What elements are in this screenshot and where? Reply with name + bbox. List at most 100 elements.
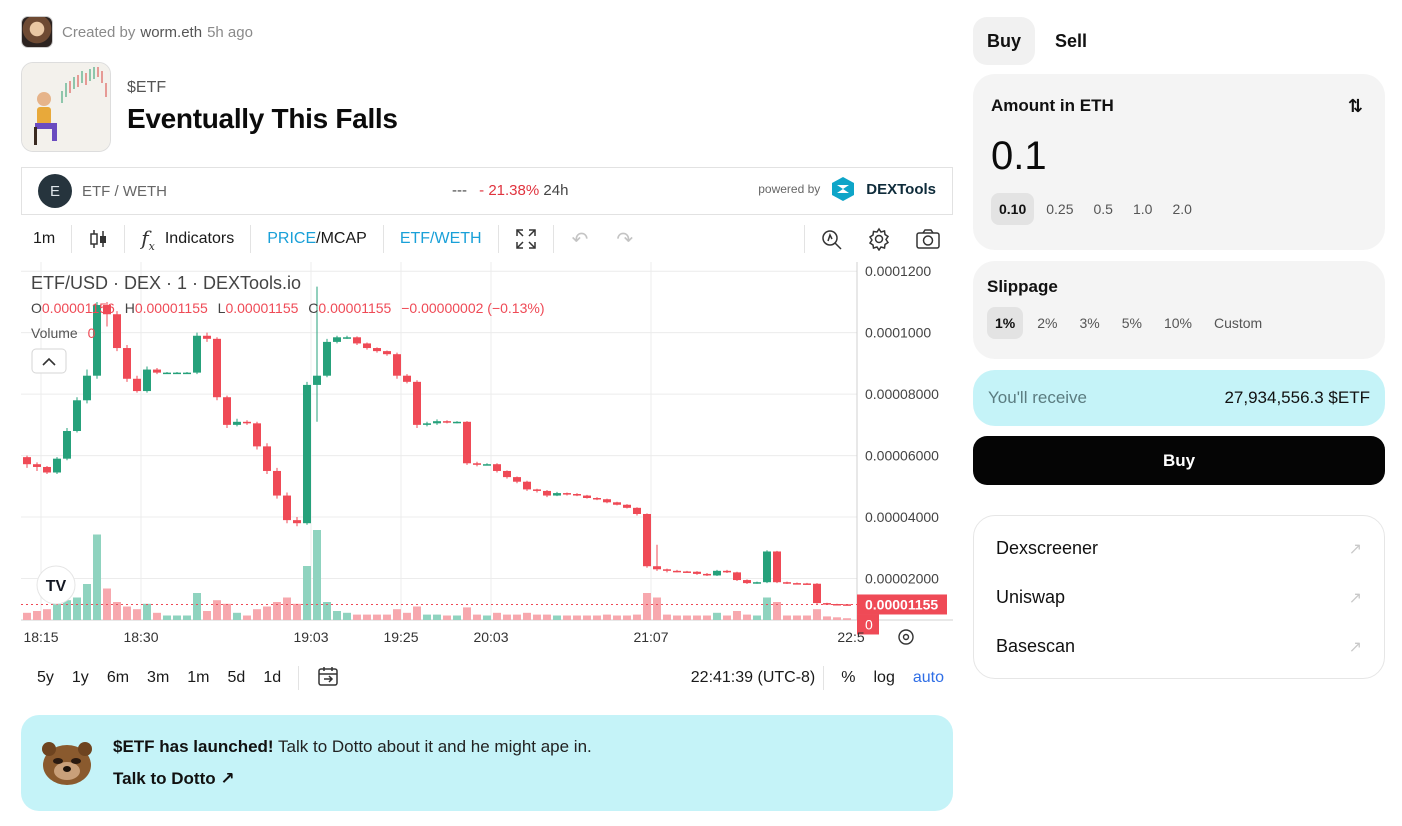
preset-0-5[interactable]: 0.5	[1086, 193, 1121, 225]
candle-body	[83, 375, 91, 401]
pair-period: 24h	[543, 182, 569, 199]
volume-bar	[333, 611, 341, 620]
candle-body	[683, 571, 691, 573]
volume-bar	[423, 614, 431, 620]
powered-by-label: powered by	[758, 182, 821, 196]
slippage-2[interactable]: 2%	[1029, 307, 1065, 339]
volume-bar	[483, 615, 491, 620]
slippage-custom[interactable]: Custom	[1206, 307, 1270, 339]
slippage-1[interactable]: 1%	[987, 307, 1024, 339]
volume-bar	[673, 615, 681, 620]
preset-0-10[interactable]: 0.10	[991, 193, 1035, 225]
divider	[382, 225, 384, 253]
range-1m[interactable]: 1m	[178, 669, 218, 687]
candle-body	[43, 466, 51, 473]
auto-toggle[interactable]: auto	[904, 669, 953, 687]
preset-1-0[interactable]: 1.0	[1125, 193, 1160, 225]
range-1d[interactable]: 1d	[254, 669, 290, 687]
slippage-3[interactable]: 3%	[1071, 307, 1107, 339]
candle-body	[173, 372, 181, 375]
preset-0-25[interactable]: 0.25	[1038, 193, 1081, 225]
log-toggle[interactable]: log	[865, 669, 904, 687]
divider	[497, 225, 499, 253]
slippage-card: Slippage 1% 2% 3% 5% 10% Custom	[973, 261, 1385, 359]
swap-units-icon[interactable]: ⇅	[1348, 96, 1363, 117]
talk-to-dotto-link[interactable]: Talk to Dotto ↗	[113, 769, 592, 789]
powered-by[interactable]: powered by DEXTools	[758, 176, 936, 202]
volume-bar	[143, 603, 151, 620]
volume-bar	[713, 612, 721, 620]
pair-name[interactable]: ETF / WETH	[82, 183, 167, 200]
candle-body	[353, 337, 361, 344]
x-tick-label: 19:03	[293, 629, 328, 645]
percent-toggle[interactable]: %	[832, 669, 864, 687]
slippage-10[interactable]: 10%	[1156, 307, 1200, 339]
legend-high: 0.00001155	[135, 300, 208, 316]
candle-body	[603, 499, 611, 503]
price-chart[interactable]: 0.0001200 0.0001000 0.00008000 0.00006000 0.…	[21, 262, 953, 650]
interval-button[interactable]: 1m	[21, 219, 67, 259]
fullscreen-icon[interactable]	[503, 219, 549, 259]
divider	[552, 225, 554, 253]
volume-bar	[183, 615, 191, 620]
collapse-legend-button[interactable]	[31, 348, 67, 374]
external-arrow-icon: ↗	[1348, 638, 1362, 656]
divider	[823, 666, 825, 690]
creator-row: Created by worm.eth 5h ago	[21, 16, 253, 48]
link-dexscreener[interactable]: Dexscreener ↗	[974, 524, 1384, 573]
date-range-icon[interactable]	[307, 664, 349, 693]
svg-text:TV: TV	[46, 578, 67, 595]
quick-search-icon[interactable]	[809, 219, 855, 259]
banner-text: Talk to Dotto about it and he might ape …	[273, 737, 592, 756]
chart-clock[interactable]: 22:41:39 (UTC-8)	[691, 669, 830, 687]
indicators-button[interactable]: fx Indicators	[129, 219, 246, 259]
gear-icon[interactable]	[855, 219, 903, 259]
ohlc-legend: O0.00001156 H0.00001155 L0.00001155 C0.0…	[31, 300, 544, 341]
camera-icon[interactable]	[903, 219, 953, 259]
time-axis[interactable]: 18:15 18:30 19:03 19:25 20:03 21:07 22:5	[23, 629, 864, 645]
amount-input[interactable]: 0.1	[991, 134, 1367, 179]
dextools-logo-icon	[832, 177, 855, 201]
pair-token-icon: E	[38, 174, 72, 208]
volume-bar	[383, 614, 391, 620]
candle-body	[623, 504, 631, 508]
link-uniswap[interactable]: Uniswap ↗	[974, 573, 1384, 622]
created-time: 5h ago	[207, 23, 253, 41]
tab-sell[interactable]: Sell	[1041, 17, 1101, 65]
range-5y[interactable]: 5y	[21, 669, 63, 687]
range-6m[interactable]: 6m	[98, 669, 138, 687]
slippage-5[interactable]: 5%	[1114, 307, 1150, 339]
range-1y[interactable]: 1y	[63, 669, 98, 687]
candle-type-icon[interactable]	[76, 219, 120, 259]
volume-bar	[753, 615, 761, 620]
volume-bar	[443, 615, 451, 620]
volume-bar	[653, 597, 661, 620]
candle-body	[143, 369, 151, 392]
price-mcap-toggle[interactable]: PRICE /MCAP	[255, 219, 379, 259]
receive-box: You'll receive 27,934,556.3 $ETF	[973, 370, 1385, 426]
creator-name[interactable]: worm.eth	[140, 24, 202, 41]
redo-icon[interactable]: ↷	[602, 219, 647, 259]
range-5d[interactable]: 5d	[219, 669, 255, 687]
candle-body	[413, 381, 421, 425]
tab-buy[interactable]: Buy	[973, 17, 1036, 65]
volume-bar	[353, 614, 361, 620]
preset-2-0[interactable]: 2.0	[1164, 193, 1199, 225]
link-label: Dexscreener	[996, 538, 1099, 558]
undo-icon[interactable]: ↶	[558, 219, 603, 259]
price-axis[interactable]: 0.0001200 0.0001000 0.00008000 0.00006000 0.…	[857, 263, 947, 635]
volume-bar	[213, 600, 221, 620]
tradingview-logo-icon[interactable]: TV	[36, 565, 76, 605]
external-links: Dexscreener ↗ Uniswap ↗ Basescan ↗	[973, 515, 1385, 679]
creator-avatar[interactable]	[21, 16, 53, 48]
pair-price: ---	[452, 182, 467, 199]
divider	[298, 666, 300, 690]
axis-settings-icon[interactable]	[898, 629, 914, 645]
range-3m[interactable]: 3m	[138, 669, 178, 687]
candle-body	[453, 421, 461, 424]
link-basescan[interactable]: Basescan ↗	[974, 622, 1384, 671]
buy-button[interactable]: Buy	[973, 436, 1385, 485]
candle-body	[23, 457, 31, 465]
volume-bar	[123, 606, 131, 620]
pair-toggle[interactable]: ETF/WETH	[388, 219, 494, 259]
